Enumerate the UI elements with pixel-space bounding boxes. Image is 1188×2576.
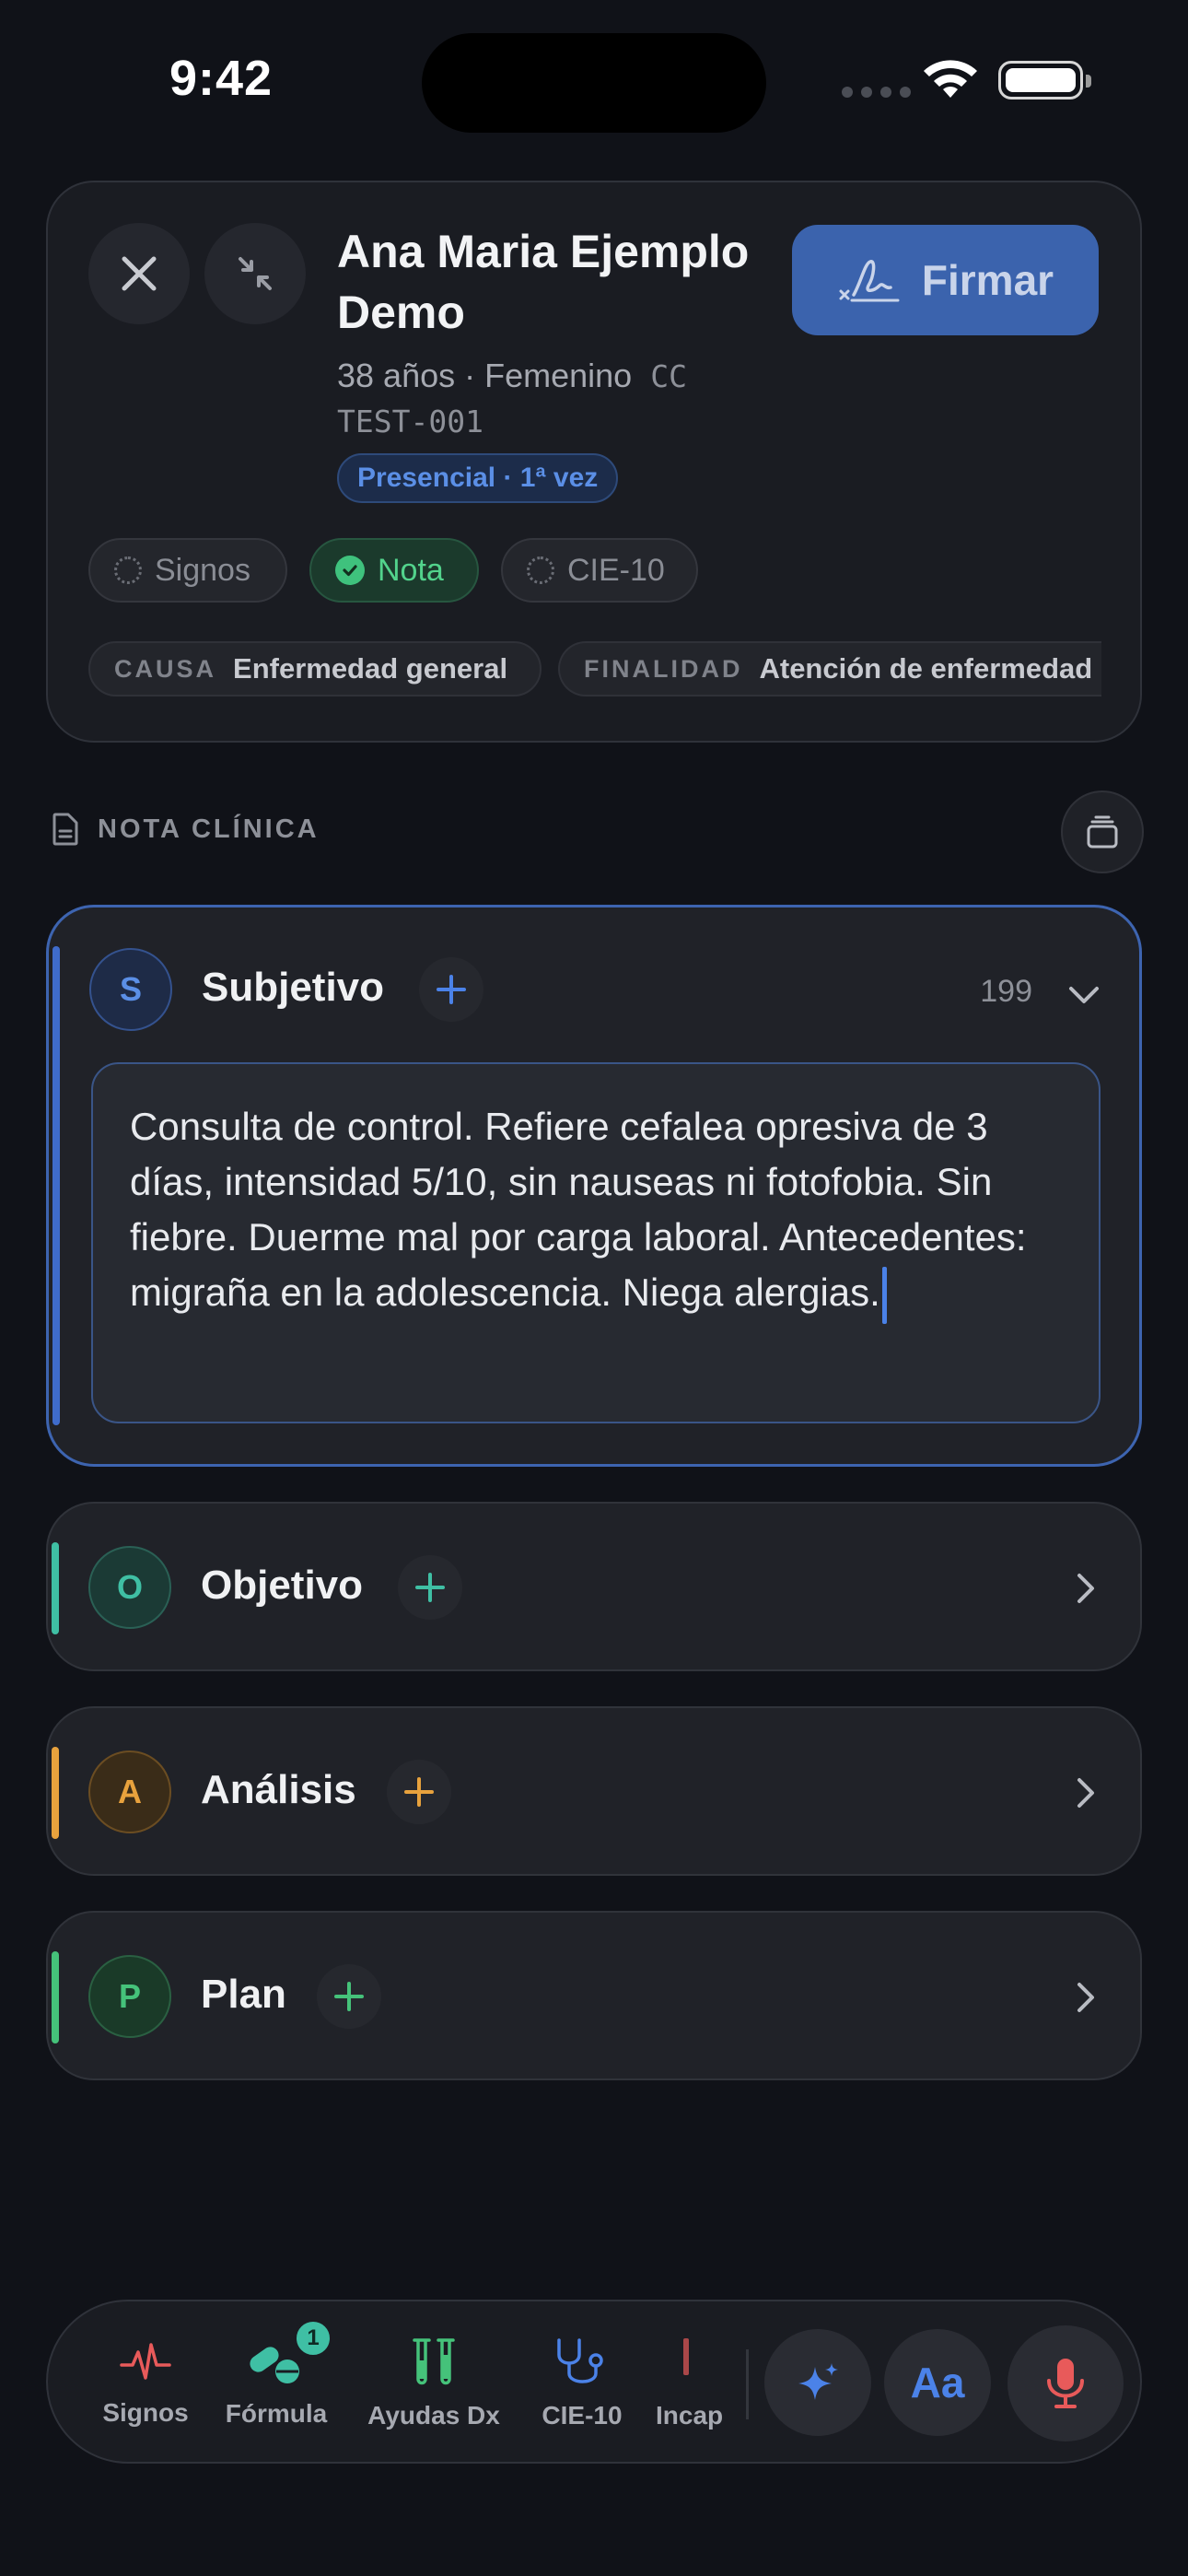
- chevron-right-icon[interactable]: [1066, 1570, 1103, 1607]
- visit-type-badge: Presencial · 1ª vez: [337, 453, 619, 503]
- accent-bar: [52, 1542, 59, 1634]
- stack-icon: [1087, 815, 1118, 849]
- sparkles-icon: [798, 2363, 838, 2400]
- subjective-text-area[interactable]: Consulta de control. Refiere cefalea opr…: [91, 1062, 1101, 1423]
- dynamic-island: [422, 33, 766, 133]
- chip-nota[interactable]: Nota: [309, 538, 479, 603]
- tag-value: Atención de enfermedad: [759, 652, 1093, 685]
- chip-label: CIE-10: [567, 552, 665, 588]
- chip-signos[interactable]: Signos: [88, 538, 287, 603]
- toolbar-item-signos[interactable]: Signos: [90, 2301, 201, 2462]
- add-button[interactable]: [317, 1964, 381, 2029]
- tag-key: FINALIDAD: [584, 654, 743, 683]
- text-cursor: [881, 1266, 887, 1324]
- chip-label: Signos: [155, 552, 250, 588]
- heartbeat-icon: [120, 2343, 171, 2380]
- patient-meta: 38 años · Femenino CC TEST-001: [337, 354, 770, 444]
- patient-age-sex: 38 años · Femenino: [337, 357, 633, 394]
- status-time: 9:42: [169, 51, 274, 106]
- section-title-label: NOTA CLÍNICA: [98, 814, 320, 844]
- soap-card-analysis[interactable]: A Análisis: [46, 1706, 1142, 1876]
- document-icon: [52, 813, 78, 846]
- toolbar-label: Signos: [102, 2398, 189, 2427]
- text-size-button[interactable]: Aa: [884, 2329, 991, 2436]
- dictation-button[interactable]: [1007, 2325, 1124, 2441]
- toolbar-divider: [746, 2349, 749, 2419]
- tag-finalidad: FINALIDAD Atención de enfermedad: [558, 641, 1101, 697]
- chevron-right-icon[interactable]: [1066, 1774, 1103, 1811]
- plus-icon: [437, 975, 466, 1004]
- letter-badge: O: [88, 1546, 171, 1629]
- soap-card-plan[interactable]: P Plan: [46, 1911, 1142, 2080]
- toolbar-label: Ayudas Dx: [367, 2401, 500, 2430]
- check-circle-icon: [335, 556, 365, 585]
- bottom-toolbar: Signos Fórmula 1 Ayudas Dx CIE-10 Incap: [46, 2300, 1142, 2464]
- accent-bar: [52, 1747, 59, 1839]
- pending-ring-icon: [527, 556, 554, 584]
- stethoscope-icon: [557, 2338, 603, 2383]
- toolbar-label: CIE-10: [542, 2401, 623, 2430]
- microphone-icon: [1047, 2359, 1084, 2408]
- plus-icon: [334, 1982, 364, 2011]
- cellular-signal-icon: [842, 87, 911, 98]
- tag-key: CAUSA: [114, 654, 217, 683]
- patient-name: Ana Maria Ejemplo Demo: [337, 226, 750, 338]
- sign-button[interactable]: Firmar: [792, 225, 1099, 335]
- battery-icon: [998, 61, 1091, 100]
- subjective-text: Consulta de control. Refiere cefalea opr…: [130, 1105, 1027, 1314]
- chip-cie10[interactable]: CIE-10: [501, 538, 698, 603]
- close-button[interactable]: [88, 223, 190, 324]
- text-size-icon: Aa: [910, 2359, 965, 2406]
- letter-badge: P: [88, 1955, 171, 2038]
- plus-icon: [415, 1573, 445, 1602]
- pending-ring-icon: [114, 556, 142, 584]
- close-icon: [122, 256, 157, 291]
- notification-badge: 1: [293, 2318, 333, 2359]
- toolbar-item-cie10[interactable]: CIE-10: [525, 2301, 639, 2462]
- card-title: Plan: [201, 1972, 286, 2017]
- ai-assist-button[interactable]: [764, 2329, 871, 2436]
- accent-bar: [52, 946, 60, 1425]
- toolbar-label: Incap: [656, 2401, 724, 2430]
- chevron-right-icon[interactable]: [1066, 1979, 1103, 2016]
- card-title: Subjetivo: [202, 965, 385, 1010]
- tag-value: Enfermedad general: [233, 652, 508, 685]
- collapse-arrows-icon: [239, 257, 272, 290]
- wifi-icon: [924, 60, 977, 98]
- toolbar-item-ayudas-dx[interactable]: Ayudas Dx: [361, 2301, 507, 2462]
- card-title: Objetivo: [201, 1563, 364, 1608]
- chevron-down-icon[interactable]: [1066, 978, 1102, 1014]
- soap-card-objective[interactable]: O Objetivo: [46, 1502, 1142, 1671]
- document-icon: [683, 2338, 689, 2375]
- add-button[interactable]: [398, 1555, 462, 1620]
- card-title: Análisis: [201, 1767, 356, 1812]
- add-button[interactable]: [419, 957, 483, 1022]
- letter-badge: S: [89, 948, 172, 1031]
- accent-bar: [52, 1951, 59, 2043]
- char-count: 199: [980, 974, 1032, 1009]
- tag-causa: CAUSA Enfermedad general: [88, 641, 542, 697]
- chip-label: Nota: [378, 552, 444, 588]
- section-title: NOTA CLÍNICA: [52, 813, 320, 846]
- patient-id: TEST-001: [337, 404, 483, 439]
- sign-button-label: Firmar: [921, 256, 1054, 304]
- plus-icon: [404, 1777, 434, 1807]
- signature-icon: [839, 260, 900, 302]
- test-tubes-icon: [413, 2338, 455, 2385]
- add-button[interactable]: [387, 1760, 451, 1824]
- patient-id-prefix: CC: [650, 358, 687, 394]
- minimize-button[interactable]: [204, 223, 306, 324]
- soap-card-subjective: S Subjetivo 199 Consulta de control. Ref…: [46, 905, 1142, 1467]
- letter-badge: A: [88, 1751, 171, 1833]
- history-button[interactable]: [1061, 790, 1144, 873]
- toolbar-label: Fórmula: [225, 2399, 328, 2428]
